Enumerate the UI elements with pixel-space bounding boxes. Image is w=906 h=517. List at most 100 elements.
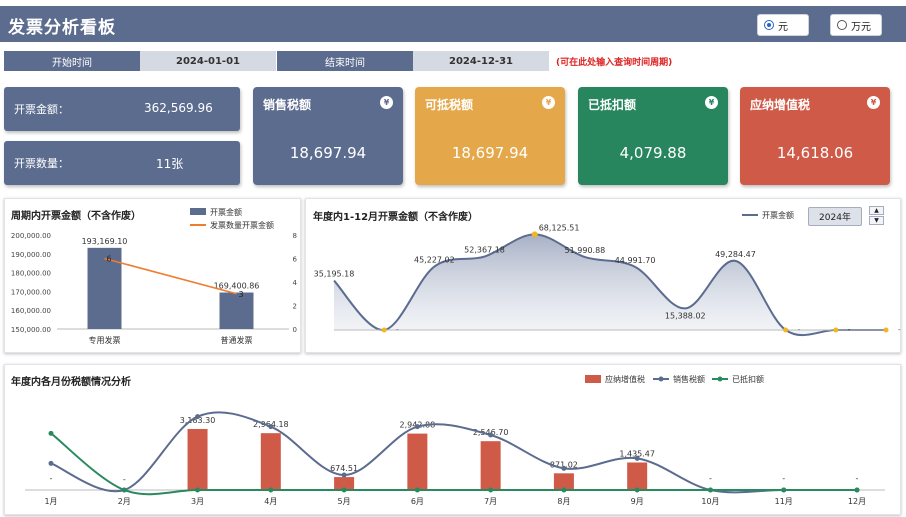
unit-yuan-label: 元 [778,21,788,33]
data-label: 193,169.10 [82,237,128,246]
monthly-tax-panel: 年度内各月份税额情况分析 -1月-2月3,183.303月2,964.184月6… [4,364,901,515]
period-amount-panel: 周期内开票金额（不含作废） 200,000.00 190,000.00 180,00… [4,198,301,353]
line-point [268,487,274,493]
sales-tax-line [50,411,857,494]
bar [407,433,428,490]
y-tick-label: 160,000.00 [11,307,51,315]
money-bag-icon: ¥ [542,96,555,109]
kpi-vat-payable: 应纳增值税 ¥ 14,618.06 [740,87,890,185]
x-tick-label: 3月 [191,497,204,506]
x-tick-label: 普通发票 [221,335,253,345]
deducted-line [50,432,857,496]
kpi-value: 14,618.06 [776,144,854,162]
data-label: 15,388.02 [665,311,706,320]
x-tick-label: 专用发票 [89,335,121,345]
start-date-label: 开始时间 [4,51,140,71]
data-label: 45,227.02 [414,256,455,265]
bar [219,292,254,329]
x-tick-label: 5月 [338,497,351,506]
line-point [268,424,274,430]
end-date-label: 结束时间 [277,51,413,71]
kpi-value: 18,697.94 [289,144,367,162]
x-tick-label: 10月 [701,497,719,506]
year-select-button[interactable]: 2024年 [808,207,862,226]
legend-label: 销售税额 [673,374,705,384]
legend-label: 已抵扣额 [732,374,764,384]
x-tick-label: 8月 [557,497,570,506]
page-title: 发票分析看板 [8,18,116,38]
legend-swatch [585,375,601,383]
line-point [414,487,420,493]
data-label: 49,284.47 [715,250,756,259]
y-tick-label: 180,000.00 [11,270,51,278]
period-amount-chart: 200,000.00 190,000.00 180,000.00 170,000.00… [11,207,298,345]
y2-tick-label: 0 [293,326,297,334]
zero-point [381,327,387,333]
data-label: 51,990.88 [565,246,606,255]
y2-tick-label: 4 [293,279,298,287]
line-point [488,432,494,438]
count-label: 3 [239,290,244,299]
y-tick-label: 200,000.00 [11,232,51,240]
invoice-amount-label: 开票金额： [14,103,69,116]
kpi-value: 4,079.88 [619,144,687,162]
data-label: - [898,326,901,334]
year-up-button[interactable]: ▲ [869,206,884,215]
bar [553,473,574,490]
kpi-value: 18,697.94 [451,144,529,162]
x-tick-label: 1月 [44,497,57,506]
line-point [414,424,420,430]
x-tick-label: 11月 [775,497,793,506]
kpi-title: 销售税额 [263,98,312,112]
line-point [195,487,201,493]
x-tick-label: 7月 [484,497,497,506]
line-point [341,472,347,478]
end-date-input[interactable]: 2024-12-31 [413,51,549,71]
legend-swatch [190,208,206,215]
y-tick-label: 170,000.00 [11,288,51,296]
line-point [48,460,54,466]
data-label: 68,125.51 [539,223,580,232]
data-label: - [123,475,126,484]
start-date-input[interactable]: 2024-01-01 [140,51,276,71]
unit-wanyuan-radio[interactable]: 万元 [830,14,882,36]
legend-label: 应纳增值税 [605,374,645,384]
invoice-count-box: 开票数量： 11张 [4,141,240,185]
legend-label: 开票金额 [210,207,242,217]
data-label: 52,367.18 [464,246,505,255]
zero-point [833,327,839,333]
line-point [634,455,640,461]
kpi-title: 可抵税额 [425,98,474,112]
legend-swatch [658,376,664,382]
year-down-button[interactable]: ▼ [869,216,884,225]
date-hint: (可在此处输入查询时间周期) [556,58,673,68]
dashboard-header: 发票分析看板 元 万元 [0,6,906,42]
bar [627,462,648,490]
line-point [121,487,127,493]
x-tick-label: 9月 [631,497,644,506]
data-label: 674.51 [330,464,358,473]
line-point [341,487,347,493]
monthly-tax-chart: -1月-2月3,183.303月2,964.184月674.515月2,942.… [25,374,885,506]
line-point [707,487,713,493]
y2-tick-label: 6 [293,256,298,264]
count-line [104,257,237,295]
kpi-deductible-tax: 可抵税额 ¥ 18,697.94 [415,87,565,185]
x-tick-label: 12月 [848,497,866,506]
kpi-title: 应纳增值税 [750,98,811,112]
line-point [488,487,494,493]
bar [480,441,501,490]
data-label: - [856,474,859,483]
money-bag-icon: ¥ [867,96,880,109]
radio-unselected-icon [837,20,847,30]
data-label: - [709,474,712,483]
money-bag-icon: ¥ [380,96,393,109]
invoice-amount-value: 362,569.96 [144,101,213,115]
kpi-deducted-amount: 已抵扣额 ¥ 4,079.88 [578,87,728,185]
y-tick-label: 190,000.00 [11,251,51,259]
x-tick-label: 6月 [411,497,424,506]
kpi-sales-tax: 销售税额 ¥ 18,697.94 [253,87,403,185]
y-tick-label: 150,000.00 [11,326,51,334]
unit-yuan-radio[interactable]: 元 [757,14,809,36]
line-point [561,487,567,493]
